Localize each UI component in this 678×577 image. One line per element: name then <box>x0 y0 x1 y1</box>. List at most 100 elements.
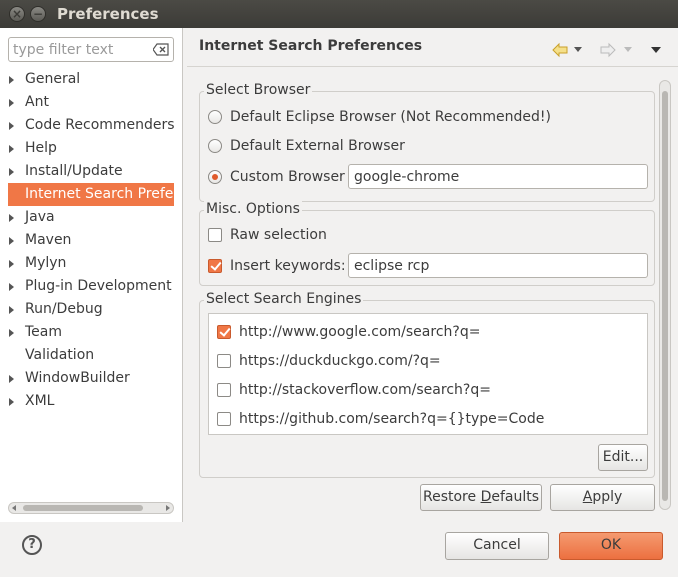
misc-options-group: Misc. Options Raw selection Insert keywo… <box>199 201 655 286</box>
close-window-button[interactable]: × <box>9 6 25 22</box>
checkbox-label: Raw selection <box>230 227 327 243</box>
tree-item-label: General <box>25 71 81 87</box>
scrollbar-thumb[interactable] <box>23 505 143 511</box>
expand-arrow-icon[interactable] <box>9 76 14 84</box>
tree-item-internet-search-preferences[interactable]: Internet Search Prefer <box>8 183 174 206</box>
radio-button[interactable] <box>208 110 222 124</box>
group-label: Select Browser <box>204 82 313 98</box>
filter-box <box>8 37 174 62</box>
tree-item-validation[interactable]: Validation <box>0 344 183 367</box>
search-engines-group: Select Search Engines http://www.google.… <box>199 291 655 478</box>
minimize-window-button[interactable]: − <box>30 6 46 22</box>
tree-item-maven[interactable]: Maven <box>0 229 183 252</box>
checkbox[interactable] <box>217 412 231 426</box>
filter-input[interactable] <box>13 41 148 59</box>
tree-item-label: Mylyn <box>25 255 67 271</box>
engine-url: http://stackoverflow.com/search?q= <box>239 382 491 398</box>
checkbox[interactable] <box>217 383 231 397</box>
tree-item-label: Java <box>25 209 55 225</box>
scroll-left-icon[interactable] <box>12 505 16 511</box>
tree-item-label: Ant <box>25 94 49 110</box>
expand-arrow-icon[interactable] <box>9 398 14 406</box>
checkbox[interactable] <box>208 228 222 242</box>
preference-page: Internet Search Preferences Select Brows… <box>187 28 678 522</box>
tree-item-team[interactable]: Team <box>0 321 183 344</box>
scrollbar-thumb[interactable] <box>662 91 668 501</box>
forward-icon[interactable] <box>600 42 616 58</box>
expand-arrow-icon[interactable] <box>9 122 14 130</box>
back-menu-icon[interactable] <box>574 47 582 53</box>
tree-horizontal-scrollbar[interactable] <box>8 502 174 514</box>
title-bar: × − Preferences <box>0 0 678 28</box>
help-icon[interactable]: ? <box>22 535 42 555</box>
engine-url: https://github.com/search?q={}type=Code <box>239 411 545 427</box>
back-icon[interactable] <box>552 42 568 58</box>
radio-button[interactable] <box>208 139 222 153</box>
expand-arrow-icon[interactable] <box>9 237 14 245</box>
expand-arrow-icon[interactable] <box>9 145 14 153</box>
tree-item-plugin-development[interactable]: Plug-in Development <box>0 275 183 298</box>
group-label: Misc. Options <box>204 201 302 217</box>
tree-item-mylyn[interactable]: Mylyn <box>0 252 183 275</box>
expand-arrow-icon[interactable] <box>9 168 14 176</box>
expand-arrow-icon[interactable] <box>9 375 14 383</box>
expand-arrow-icon[interactable] <box>9 214 14 222</box>
page-title: Internet Search Preferences <box>199 38 423 54</box>
page-navigation-toolbar <box>550 42 670 58</box>
page-vertical-scrollbar[interactable] <box>659 80 671 510</box>
select-browser-group: Select Browser Default Eclipse Browser (… <box>199 82 655 202</box>
restore-defaults-button[interactable]: Restore Defaults <box>420 484 542 511</box>
expand-arrow-icon[interactable] <box>9 306 14 314</box>
tree-item-label: Install/Update <box>25 163 123 179</box>
button-label: pply <box>592 489 623 505</box>
checkbox[interactable] <box>217 354 231 368</box>
tree-item-run-debug[interactable]: Run/Debug <box>0 298 183 321</box>
engine-url: http://www.google.com/search?q= <box>239 324 481 340</box>
window-title: Preferences <box>57 5 159 23</box>
dialog-button-bar: ? Cancel OK <box>0 522 678 577</box>
mnemonic: A <box>582 489 593 505</box>
checkbox-label: Insert keywords: <box>230 258 346 274</box>
tree-item-install-update[interactable]: Install/Update <box>0 160 183 183</box>
preference-navigation-panel: General Ant Code Recommenders Help Insta… <box>0 28 183 522</box>
tree-item-label: WindowBuilder <box>25 370 130 386</box>
expand-arrow-icon[interactable] <box>9 283 14 291</box>
radio-label: Default External Browser <box>230 138 405 154</box>
expand-arrow-icon[interactable] <box>9 260 14 268</box>
tree-item-label: Internet Search Prefer <box>25 186 174 202</box>
radio-button[interactable] <box>208 170 222 184</box>
search-engines-list: http://www.google.com/search?q= https://… <box>208 313 648 435</box>
cancel-button[interactable]: Cancel <box>445 532 549 560</box>
tree-item-label: Validation <box>25 347 95 363</box>
expand-arrow-icon[interactable] <box>9 329 14 337</box>
forward-menu-icon <box>624 47 632 52</box>
tree-item-label: Plug-in Development <box>25 278 172 294</box>
apply-button[interactable]: Apply <box>550 484 655 511</box>
scroll-right-icon[interactable] <box>166 505 170 511</box>
mnemonic: D <box>480 489 492 505</box>
ok-button[interactable]: OK <box>559 532 663 560</box>
tree-item-ant[interactable]: Ant <box>0 91 183 114</box>
keywords-field[interactable] <box>348 253 648 278</box>
tree-item-windowbuilder[interactable]: WindowBuilder <box>0 367 183 390</box>
tree-item-label: Run/Debug <box>25 301 103 317</box>
tree-item-label: Maven <box>25 232 72 248</box>
tree-item-label: XML <box>25 393 55 409</box>
title-separator <box>187 66 678 67</box>
checkbox[interactable] <box>217 325 231 339</box>
custom-browser-field[interactable] <box>348 164 648 189</box>
tree-item-help[interactable]: Help <box>0 137 183 160</box>
tree-item-code-recommenders[interactable]: Code Recommenders <box>0 114 183 137</box>
tree-item-label: Help <box>25 140 57 156</box>
edit-button[interactable]: Edit... <box>598 444 648 471</box>
button-label: efaults <box>491 489 540 505</box>
tree-item-general[interactable]: General <box>0 68 183 91</box>
clear-filter-icon[interactable] <box>153 43 169 56</box>
tree-item-xml[interactable]: XML <box>0 390 183 413</box>
radio-label: Custom Browser <box>230 169 345 185</box>
tree-item-java[interactable]: Java <box>0 206 183 229</box>
expand-arrow-icon[interactable] <box>9 99 14 107</box>
checkbox[interactable] <box>208 259 222 273</box>
view-menu-icon[interactable] <box>651 47 661 54</box>
tree-item-label: Code Recommenders <box>25 117 175 133</box>
